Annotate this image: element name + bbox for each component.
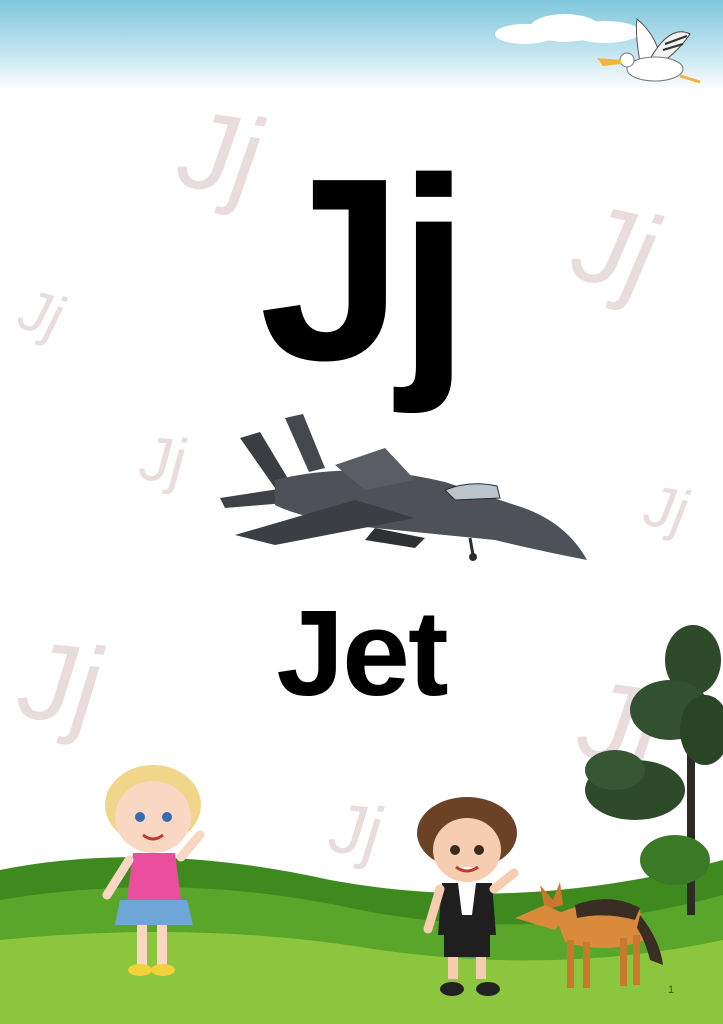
bird-icon bbox=[597, 18, 701, 84]
watermark-jj: Jj bbox=[639, 472, 693, 545]
letter-heading: Jj bbox=[259, 125, 470, 415]
girl-icon bbox=[102, 765, 205, 976]
page-number: 1 bbox=[668, 984, 675, 996]
watermark-jj: Jj bbox=[137, 424, 188, 497]
jet-icon bbox=[220, 414, 587, 561]
jackal-icon bbox=[515, 882, 663, 988]
